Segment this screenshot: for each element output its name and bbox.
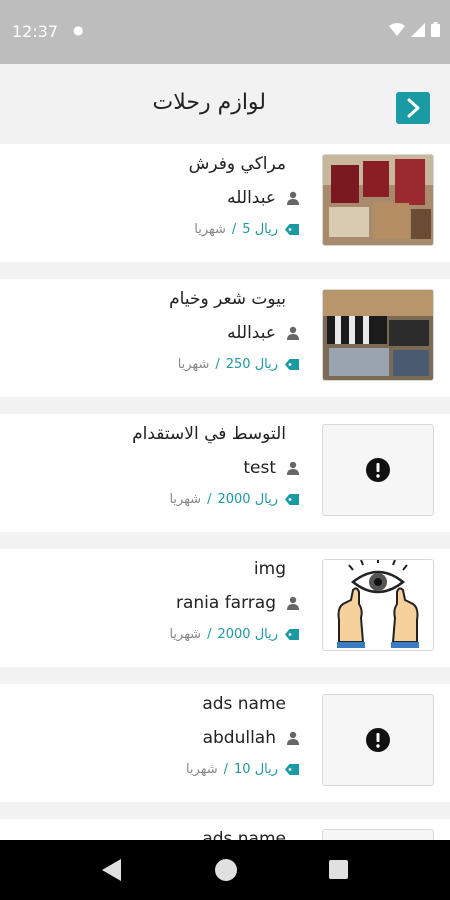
price-row: شهريا / 2000 ريال: [169, 627, 300, 642]
person-icon: [287, 731, 299, 745]
status-icons: [389, 22, 440, 37]
nav-back-icon[interactable]: [101, 859, 121, 881]
owner-row: عبدالله: [227, 323, 300, 343]
list-item[interactable]: التوسط في الاستقدام test شهريا / 2000 ري…: [0, 414, 450, 532]
header: لوازم رحلات: [0, 64, 450, 144]
item-price: 2000 ريال: [217, 492, 278, 507]
nav-home-icon[interactable]: [215, 859, 237, 881]
owner-row: test: [243, 458, 300, 478]
item-title: مراكي وفرش: [188, 154, 286, 174]
item-owner: rania farrag: [175, 593, 276, 613]
item-price: 10 ريال: [234, 762, 278, 777]
item-period: شهريا: [169, 627, 202, 642]
owner-row: abdullah: [203, 728, 300, 748]
error-icon: [366, 458, 390, 482]
price-row: شهريا / 5 ريال: [194, 222, 300, 237]
item-thumbnail: [322, 424, 434, 516]
tag-icon: [285, 494, 299, 505]
error-icon: [366, 728, 390, 752]
item-period: شهريا: [177, 357, 210, 372]
item-thumbnail: [322, 694, 434, 786]
owner-row: عبدالله: [227, 188, 300, 208]
item-owner: عبدالله: [227, 188, 276, 208]
tag-icon: [285, 359, 299, 370]
item-photo: [323, 155, 433, 245]
nav-recents-icon[interactable]: [329, 860, 348, 879]
wifi-icon: [389, 22, 405, 36]
item-thumbnail: [322, 559, 434, 651]
notification-dot-icon: ●: [73, 23, 84, 37]
list-item[interactable]: ads name: [0, 819, 450, 840]
tag-icon: [285, 764, 299, 775]
price-row: شهريا / 2000 ريال: [169, 492, 300, 507]
person-icon: [287, 191, 299, 205]
list-item[interactable]: بيوت شعر وخيام عبدالله شهريا / 250 ريال: [0, 279, 450, 397]
status-time: 12:37: [12, 22, 59, 41]
back-button[interactable]: [396, 92, 430, 124]
list-item[interactable]: img rania farrag شهريا / 2000 ريال: [0, 549, 450, 667]
page-title: لوازم رحلات: [152, 90, 266, 115]
item-price: 2000 ريال: [217, 627, 278, 642]
battery-icon: [431, 22, 440, 37]
item-title: التوسط في الاستقدام: [132, 424, 286, 444]
item-title: بيوت شعر وخيام: [169, 289, 286, 309]
item-period: شهريا: [169, 492, 202, 507]
item-title: ads name: [202, 694, 286, 714]
item-owner: test: [243, 458, 276, 478]
person-icon: [287, 596, 299, 610]
item-thumbnail: [322, 289, 434, 381]
status-bar: 12:37 ●: [0, 0, 450, 64]
signal-icon: [411, 22, 425, 37]
price-row: شهريا / 250 ريال: [178, 357, 300, 372]
owner-row: rania farrag: [176, 593, 300, 613]
item-period: شهريا: [194, 222, 226, 237]
item-photo: [323, 290, 433, 380]
item-title: img: [253, 559, 286, 579]
item-owner: abdullah: [202, 728, 276, 748]
person-icon: [287, 461, 299, 475]
item-period: شهريا: [185, 762, 218, 777]
ads-list: مراكي وفرش عبدالله شهريا / 5 ريال بيوت ش…: [0, 144, 450, 840]
tag-icon: [285, 629, 299, 640]
list-item[interactable]: مراكي وفرش عبدالله شهريا / 5 ريال: [0, 144, 450, 262]
item-thumbnail: [322, 154, 434, 246]
list-item[interactable]: ads name abdullah شهريا / 10 ريال: [0, 684, 450, 802]
item-price: 5 ريال: [242, 222, 278, 237]
tag-icon: [285, 224, 299, 235]
item-title: ads name: [202, 829, 286, 840]
person-icon: [287, 326, 299, 340]
item-thumbnail: [322, 829, 434, 840]
price-row: شهريا / 10 ريال: [186, 762, 300, 777]
eye-hands-image: [337, 560, 419, 648]
item-price: 250 ريال: [225, 357, 278, 372]
chevron-right-icon: [407, 98, 420, 118]
navigation-bar: [0, 840, 450, 900]
item-owner: عبدالله: [227, 323, 276, 343]
